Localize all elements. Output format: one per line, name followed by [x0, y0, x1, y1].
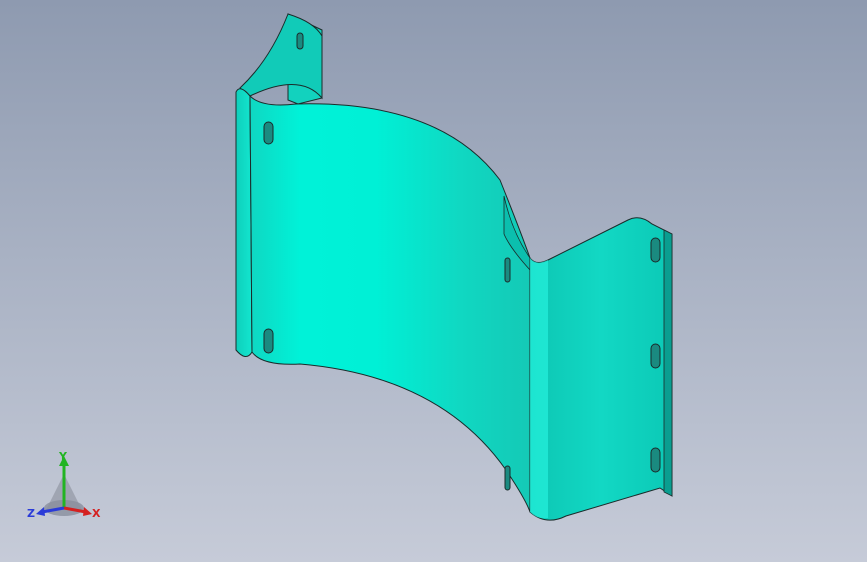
- right-flange-edge[interactable]: [663, 229, 673, 497]
- slot-hole[interactable]: [263, 121, 274, 145]
- triad-y-label: Y: [58, 450, 68, 463]
- triad-z-arrow: [36, 507, 45, 516]
- triad-x-arrow: [83, 507, 92, 516]
- orientation-triad[interactable]: Y X Z: [22, 446, 112, 528]
- slot-hole[interactable]: [504, 257, 511, 283]
- triad-z-label: Z: [27, 507, 35, 520]
- left-face[interactable]: [235, 88, 253, 357]
- graphics-viewport[interactable]: Y X Z: [0, 0, 867, 562]
- slot-hole[interactable]: [296, 32, 304, 50]
- curved-saddle-face[interactable]: [249, 94, 531, 513]
- slot-hole[interactable]: [650, 237, 661, 263]
- sheet-metal-bracket-model[interactable]: [0, 0, 867, 562]
- triad-x-label: X: [92, 507, 101, 520]
- right-flange[interactable]: [529, 217, 673, 521]
- slot-hole[interactable]: [504, 465, 511, 491]
- slot-hole[interactable]: [650, 343, 661, 369]
- right-flange-bend[interactable]: [530, 258, 548, 519]
- slot-hole[interactable]: [650, 447, 661, 473]
- back-flange-bend[interactable]: [239, 13, 323, 100]
- slot-hole[interactable]: [263, 328, 274, 354]
